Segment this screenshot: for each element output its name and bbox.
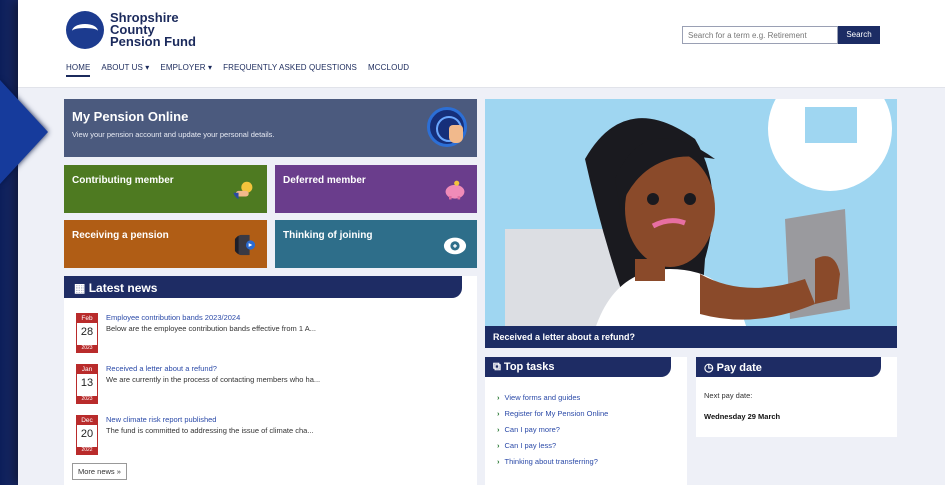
task-link[interactable]: › Thinking about transferring? (497, 457, 598, 466)
thinking-of-joining-tile[interactable]: Thinking of joining (275, 220, 477, 268)
nav-employer[interactable]: EMPLOYER ▾ (160, 63, 212, 77)
news-title-link[interactable]: New climate risk report published (106, 415, 216, 424)
mpo-description: View your pension account and update you… (72, 130, 275, 139)
news-description: We are currently in the process of conta… (106, 375, 321, 384)
next-pay-date-value: Wednesday 29 March (704, 412, 781, 421)
more-news-button[interactable]: More news » (72, 463, 127, 480)
logo-icon[interactable] (66, 11, 104, 49)
contributing-member-label: Contributing member (72, 175, 174, 186)
chevron-right-icon: › (497, 457, 500, 466)
search-input[interactable]: Search for a term e.g. Retirement (682, 26, 838, 44)
mpo-title: My Pension Online (72, 109, 189, 124)
nav-faq[interactable]: FREQUENTLY ASKED QUESTIONS (223, 63, 357, 77)
top-tasks-heading: ⧉ Top tasks (485, 357, 671, 377)
hero-banner[interactable] (485, 99, 897, 348)
external-link-icon: ⧉ (493, 361, 501, 373)
news-description: The fund is committed to addressing the … (106, 426, 314, 435)
news-item[interactable]: Dec 20 2022 New climate risk report publ… (76, 415, 456, 455)
backdrop (0, 0, 20, 485)
date-month: Dec (77, 416, 97, 425)
task-link[interactable]: › Can I pay less? (497, 441, 556, 450)
thinking-of-joining-label: Thinking of joining (283, 230, 373, 241)
task-label: Thinking about transferring? (504, 457, 598, 466)
news-title-link[interactable]: Received a letter about a refund? (106, 364, 217, 373)
date-day: 13 (80, 377, 94, 389)
chevron-right-icon: › (497, 409, 500, 418)
news-item[interactable]: Feb 28 2023 Employee contribution bands … (76, 313, 456, 353)
main-nav: HOME ABOUT US ▾ EMPLOYER ▾ FREQUENTLY AS… (66, 63, 409, 77)
add-cloud-icon (443, 237, 467, 255)
coin-hand-icon (233, 181, 253, 200)
deferred-member-label: Deferred member (283, 175, 366, 186)
date-badge: Feb 28 2023 (76, 313, 98, 353)
deferred-member-tile[interactable]: Deferred member (275, 165, 477, 213)
date-day: 20 (80, 428, 94, 440)
date-year: 2023 (77, 396, 97, 403)
brand-line-3: Pension Fund (110, 34, 196, 49)
nav-home[interactable]: HOME (66, 63, 91, 77)
contributing-member-tile[interactable]: Contributing member (64, 165, 267, 213)
nav-about-us[interactable]: ABOUT US ▾ (101, 63, 149, 77)
task-label: Can I pay less? (504, 441, 557, 450)
task-link[interactable]: › Can I pay more? (497, 425, 560, 434)
task-label: Can I pay more? (504, 425, 560, 434)
next-pay-date-label: Next pay date: (704, 391, 753, 400)
site-header: Shropshire County Pension Fund HOME ABOU… (18, 0, 945, 88)
pay-date-title: Pay date (716, 362, 762, 374)
pay-date-heading: ◷ Pay date (696, 357, 881, 377)
chevron-right-icon: › (497, 425, 500, 434)
date-badge: Dec 20 2022 (76, 415, 98, 455)
date-month: Feb (77, 314, 97, 323)
date-day: 28 (80, 326, 94, 338)
date-badge: Jan 13 2023 (76, 364, 98, 404)
news-item[interactable]: Jan 13 2023 Received a letter about a re… (76, 364, 456, 404)
search-button[interactable]: Search (838, 26, 880, 44)
date-month: Jan (77, 365, 97, 374)
pointing-hand-icon (449, 125, 463, 143)
clock-icon: ◷ (704, 362, 714, 374)
date-year: 2023 (77, 345, 97, 352)
chevron-right-icon: › (497, 393, 500, 402)
date-year: 2022 (77, 447, 97, 454)
news-title-link[interactable]: Employee contribution bands 2023/2024 (106, 313, 240, 322)
latest-news-title: Latest news (88, 281, 158, 295)
receiving-pension-label: Receiving a pension (72, 230, 169, 241)
nav-mccloud[interactable]: MCCLOUD (368, 63, 409, 77)
top-tasks-title: Top tasks (503, 361, 555, 373)
woman-with-letter-illustration (485, 99, 897, 348)
my-pension-online-tile[interactable]: My Pension Online View your pension acco… (64, 99, 477, 157)
news-description: Below are the employee contribution band… (106, 324, 316, 333)
receiving-pension-tile[interactable]: Receiving a pension (64, 220, 267, 268)
task-link[interactable]: › Register for My Pension Online (497, 409, 608, 418)
task-label: Register for My Pension Online (504, 409, 609, 418)
task-link[interactable]: › View forms and guides (497, 393, 580, 402)
piggy-bank-icon (445, 180, 465, 200)
door-exit-icon (234, 234, 256, 256)
chevron-right-icon: › (497, 441, 500, 450)
latest-news-heading: ▦ Latest news (64, 276, 462, 298)
calendar-icon: ▦ (74, 281, 86, 295)
site-logo-text[interactable]: Shropshire County Pension Fund (110, 11, 196, 49)
task-label: View forms and guides (504, 393, 581, 402)
hero-caption[interactable]: Received a letter about a refund? (485, 326, 897, 348)
pointer-arrow-icon (0, 80, 48, 184)
logo-wave (72, 24, 98, 38)
